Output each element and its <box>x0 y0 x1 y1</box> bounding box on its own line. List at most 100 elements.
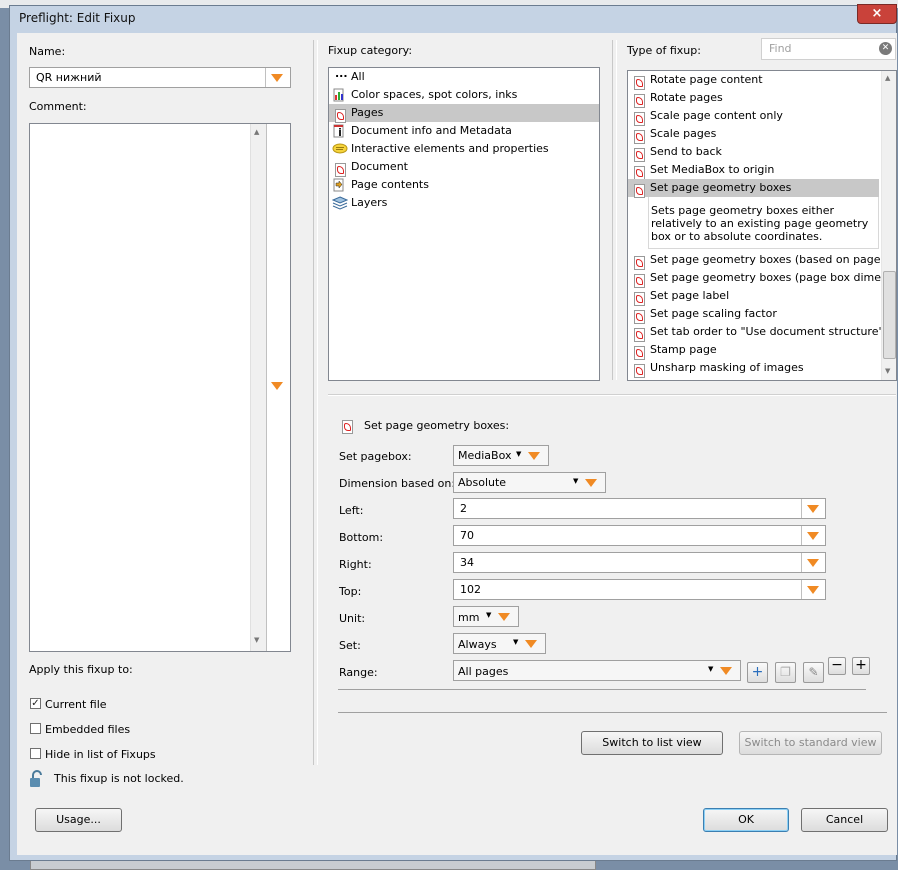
field-divider <box>801 553 802 572</box>
type-item[interactable]: Send to back <box>628 143 722 162</box>
bottom-arrow-icon[interactable] <box>807 532 819 540</box>
name-value: QR нижний <box>36 71 102 84</box>
unlock-icon[interactable] <box>29 770 45 788</box>
right-arrow-icon[interactable] <box>807 559 819 567</box>
type-item-label: Rotate page content <box>650 73 763 86</box>
duplicate-range-icon[interactable]: ❐ <box>775 662 796 683</box>
lock-status-text: This fixup is not locked. <box>54 772 184 785</box>
name-label: Name: <box>29 45 66 58</box>
category-item-document[interactable]: Document <box>329 158 599 177</box>
comment-scrollbar[interactable]: ▲ ▼ <box>250 124 266 651</box>
category-item-all[interactable]: ... All <box>329 67 599 86</box>
range-select[interactable]: All pages ▼ <box>453 660 741 681</box>
type-item-label: Set page label <box>650 289 730 302</box>
type-item[interactable]: Set page geometry boxes (based on page c… <box>628 251 896 270</box>
close-button[interactable]: × <box>857 4 897 24</box>
edit-range-icon[interactable]: ✎ <box>803 662 824 683</box>
pdf-icon <box>633 345 645 360</box>
current-file-checkbox[interactable]: ✓ <box>30 698 41 709</box>
type-scrollbar[interactable]: ▲ ▼ <box>881 71 896 380</box>
bottom-input[interactable]: 70 <box>453 525 826 546</box>
pdf-icon <box>633 363 645 378</box>
type-item-label: Set page geometry boxes (page box dimens… <box>650 271 897 284</box>
type-item[interactable]: Scale page content only <box>628 107 783 126</box>
current-file-label: Current file <box>45 698 107 711</box>
unit-arrow-icon[interactable] <box>498 613 510 621</box>
type-item[interactable]: Set MediaBox to origin <box>628 161 774 180</box>
category-item-label: Pages <box>351 106 384 119</box>
set-value: Always <box>458 638 497 651</box>
set-pagebox-arrow-icon[interactable] <box>528 452 540 460</box>
type-item[interactable]: Scale pages <box>628 125 716 144</box>
top-arrow-icon[interactable] <box>807 586 819 594</box>
dimension-label: Dimension based on: <box>339 477 456 490</box>
chevron-down-icon: ▼ <box>513 638 519 646</box>
switch-list-view-button[interactable]: Switch to list view <box>581 731 723 755</box>
embedded-files-checkbox[interactable] <box>30 723 41 734</box>
name-dropdown-arrow-icon[interactable] <box>271 74 283 82</box>
pdf-icon <box>633 327 645 342</box>
scroll-up-icon[interactable]: ▲ <box>885 74 890 82</box>
type-item[interactable]: Unsharp masking of images <box>628 359 804 378</box>
scroll-down-icon[interactable]: ▼ <box>885 367 890 375</box>
category-item-interactive[interactable]: Interactive elements and properties <box>329 140 599 158</box>
name-combo[interactable]: QR нижний <box>29 67 291 88</box>
category-item-page-contents[interactable]: Page contents <box>329 176 599 194</box>
ok-button[interactable]: OK <box>703 808 789 832</box>
type-item[interactable]: Set page geometry boxes (page box dimens… <box>628 269 896 288</box>
scroll-up-icon[interactable]: ▲ <box>254 128 259 136</box>
top-input[interactable]: 102 <box>453 579 826 600</box>
unit-select[interactable]: mm ▼ <box>453 606 519 627</box>
type-item-label: Set tab order to "Use document structure… <box>650 325 884 338</box>
left-input[interactable]: 2 <box>453 498 826 519</box>
type-item[interactable]: Set page label <box>628 287 729 306</box>
set-arrow-icon[interactable] <box>525 640 537 648</box>
category-item-color[interactable]: Color spaces, spot colors, inks <box>329 86 599 104</box>
switch-standard-view-button[interactable]: Switch to standard view <box>739 731 882 755</box>
range-arrow-icon[interactable] <box>720 667 732 675</box>
set-pagebox-select[interactable]: MediaBox ▼ <box>453 445 549 466</box>
dimension-select[interactable]: Absolute ▼ <box>453 472 606 493</box>
category-label: Fixup category: <box>328 44 413 57</box>
pdf-icon <box>334 108 346 123</box>
type-item[interactable]: Set tab order to "Use document structure… <box>628 323 884 342</box>
category-item-label: Interactive elements and properties <box>351 142 549 155</box>
clear-search-icon[interactable]: ✕ <box>879 42 892 55</box>
pdf-icon <box>633 165 645 180</box>
scroll-down-icon[interactable]: ▼ <box>254 636 259 644</box>
minus-icon[interactable]: − <box>828 657 846 675</box>
pdf-icon <box>633 255 645 270</box>
plus-icon[interactable]: + <box>852 657 870 675</box>
left-arrow-icon[interactable] <box>807 505 819 513</box>
find-placeholder: Find <box>769 42 792 55</box>
type-list[interactable]: Rotate page content Rotate pages Scale p… <box>627 70 897 381</box>
cancel-button[interactable]: Cancel <box>801 808 888 832</box>
find-input[interactable]: Find ✕ <box>761 38 896 60</box>
category-item-label: Document <box>351 160 408 173</box>
type-item[interactable]: Stamp page <box>628 341 717 360</box>
category-item-layers[interactable]: Layers <box>329 194 599 212</box>
right-input[interactable]: 34 <box>453 552 826 573</box>
category-list[interactable]: ... All Color spaces, spot colors, inks … <box>328 67 600 381</box>
set-select[interactable]: Always ▼ <box>453 633 546 654</box>
pdf-icon <box>633 273 645 288</box>
category-item-pages[interactable]: Pages <box>329 104 599 123</box>
type-item[interactable]: Rotate pages <box>628 89 723 108</box>
type-item[interactable]: Rotate page content <box>628 71 763 90</box>
usage-button[interactable]: Usage... <box>35 808 122 832</box>
category-item-label: Page contents <box>351 178 429 191</box>
type-item-selected[interactable]: Set page geometry boxes <box>628 179 879 198</box>
dimension-arrow-icon[interactable] <box>585 479 597 487</box>
bottom-value: 70 <box>460 529 474 542</box>
hide-in-list-checkbox[interactable] <box>30 748 41 759</box>
type-item-label: Set page scaling factor <box>650 307 777 320</box>
embedded-files-label: Embedded files <box>45 723 131 736</box>
category-item-docinfo[interactable]: Document info and Metadata <box>329 122 599 140</box>
dialog-title: Preflight: Edit Fixup <box>19 11 136 25</box>
scroll-thumb[interactable] <box>883 271 896 359</box>
type-item[interactable]: Set page scaling factor <box>628 305 777 324</box>
add-range-icon[interactable]: + <box>747 662 768 683</box>
panel-divider-light <box>317 40 318 765</box>
comment-textarea[interactable]: ▲ ▼ <box>29 123 291 652</box>
comment-dropdown-arrow-icon[interactable] <box>271 382 283 390</box>
